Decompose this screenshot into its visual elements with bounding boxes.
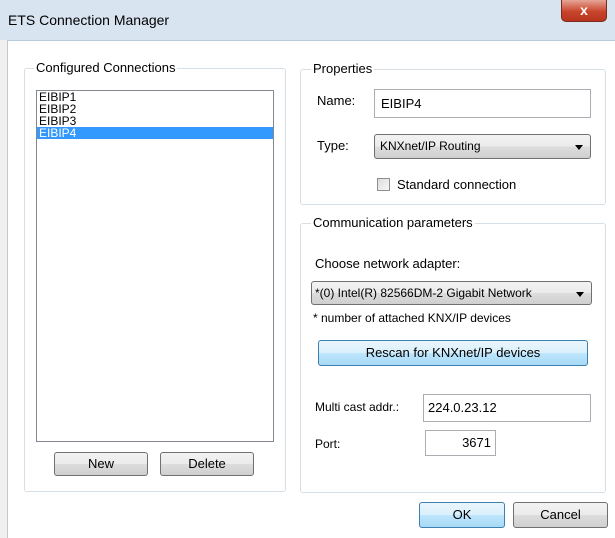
device-count-note: * number of attached KNX/IP devices <box>313 311 511 325</box>
adapter-label: Choose network adapter: <box>315 256 461 271</box>
port-field[interactable]: 3671 <box>425 430 496 456</box>
name-field-value: EIBIP4 <box>381 96 422 111</box>
new-button-label: New <box>87 456 114 471</box>
cancel-button[interactable]: Cancel <box>513 502 608 528</box>
rescan-button[interactable]: Rescan for KNXnet/IP devices <box>318 340 588 366</box>
title-bar: ETS Connection Manager x <box>0 0 615 41</box>
properties-label: Properties <box>311 61 375 76</box>
port-label: Port: <box>315 437 341 451</box>
standard-connection-label: Standard connection <box>397 177 517 192</box>
multicast-address-value: 224.0.23.12 <box>428 400 497 415</box>
communication-parameters-label: Communication parameters <box>311 215 475 230</box>
network-adapter-select[interactable]: *(0) Intel(R) 82566DM-2 Gigabit Network <box>311 281 592 305</box>
connections-list[interactable]: EIBIP1 EIBIP2 EIBIP3 EIBIP4 <box>36 90 274 442</box>
chevron-down-icon <box>575 145 583 150</box>
name-label: Name: <box>317 93 356 108</box>
port-value: 3671 <box>462 435 491 450</box>
type-label: Type: <box>317 138 349 153</box>
multicast-address-field[interactable]: 224.0.23.12 <box>423 394 591 422</box>
delete-button-label: Delete <box>188 456 226 471</box>
new-button[interactable]: New <box>54 452 148 476</box>
ok-button[interactable]: OK <box>419 502 505 528</box>
window-left-edge <box>0 40 8 538</box>
list-item[interactable]: EIBIP4 <box>37 127 273 139</box>
network-adapter-value: *(0) Intel(R) 82566DM-2 Gigabit Network <box>315 286 532 300</box>
cancel-button-label: Cancel <box>540 507 581 522</box>
window-title: ETS Connection Manager <box>8 12 170 28</box>
ok-button-label: OK <box>452 507 472 522</box>
chevron-down-icon <box>576 292 584 297</box>
type-select-value: KNXnet/IP Routing <box>380 139 481 153</box>
configured-connections-label: Configured Connections <box>34 60 178 75</box>
delete-button[interactable]: Delete <box>160 452 254 476</box>
name-field[interactable]: EIBIP4 <box>374 89 591 118</box>
multicast-label: Multi cast addr.: <box>315 400 400 414</box>
close-icon: x <box>580 2 588 18</box>
close-button[interactable]: x <box>561 0 607 22</box>
type-select[interactable]: KNXnet/IP Routing <box>374 134 591 159</box>
standard-connection-checkbox[interactable] <box>377 178 390 191</box>
rescan-button-label: Rescan for KNXnet/IP devices <box>365 345 541 360</box>
